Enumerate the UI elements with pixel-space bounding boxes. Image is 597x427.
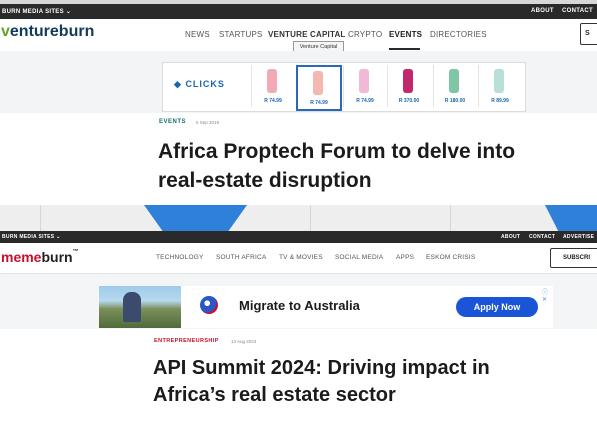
article-title[interactable]: Africa Proptech Forum to delve into real… [158, 137, 597, 195]
band-divider-line [40, 205, 41, 231]
product-image [449, 69, 459, 93]
clicks-mark-icon: ◆ [174, 79, 182, 89]
article-category[interactable]: ENTREPRENEURSHIP [154, 338, 219, 344]
apply-now-button[interactable]: Apply Now [456, 297, 538, 317]
nav-apps[interactable]: APPS [396, 254, 414, 261]
divider-band [0, 205, 597, 231]
ad-close-icon[interactable]: ⓘ ✕ [542, 287, 553, 303]
article-date: 13 Aug 2024 [231, 339, 257, 344]
ad-product-4[interactable]: R 370.00 [387, 65, 430, 107]
band-divider-line [450, 205, 451, 231]
ad-product-1[interactable]: R 74.99 [251, 65, 294, 107]
nav-social-media[interactable]: SOCIAL MEDIA [335, 254, 383, 261]
product-price: R 74.99 [264, 98, 282, 104]
memeburn-logo[interactable]: memeburn™ [1, 249, 79, 265]
media-sites-dropdown[interactable]: BURN MEDIA SITES ⌄ [2, 8, 71, 15]
nav-directories[interactable]: DIRECTORIES [430, 30, 487, 39]
ad-product-6[interactable]: R 89.99 [478, 65, 521, 107]
article-category[interactable]: EVENTS [159, 119, 186, 125]
nav-startups[interactable]: STARTUPS [219, 30, 263, 39]
product-image [403, 69, 413, 93]
nav-events[interactable]: EVENTS [389, 30, 422, 39]
clicks-ad-banner[interactable]: ◆ CLICKS R 74.99 R 74.99 R 74.99 R 370.0… [162, 62, 526, 112]
article-title-line: Africa’s real estate sector [153, 384, 396, 406]
about-link[interactable]: ABOUT [501, 234, 520, 240]
article-title-line: Africa Proptech Forum to delve into [158, 140, 516, 163]
ventureburn-topbar: BURN MEDIA SITES ⌄ ABOUT CONTACT [0, 4, 597, 19]
product-price: R 74.99 [356, 98, 374, 104]
product-price: R 180.00 [444, 98, 466, 104]
subscribe-button[interactable]: S [580, 23, 597, 45]
clicks-logo: ◆ CLICKS [174, 79, 225, 90]
nav-south-africa[interactable]: SOUTH AFRICA [216, 254, 266, 261]
advertise-link[interactable]: ADVERTISE [563, 234, 594, 240]
ad-product-3[interactable]: R 74.99 [343, 65, 386, 107]
product-image [267, 69, 277, 93]
logo-text: burn [41, 249, 73, 265]
logo-accent: meme [1, 249, 42, 265]
article-title-line: API Summit 2024: Driving impact in [153, 357, 490, 379]
migration-ad-banner[interactable]: Migrate to Australia Apply Now ⓘ ✕ [99, 286, 553, 328]
nav-crypto[interactable]: CRYPTO [348, 30, 382, 39]
article-date: 5 Sep 2019 [196, 120, 220, 125]
person-figure [123, 292, 141, 322]
ad-product-2[interactable]: R 74.99 [296, 65, 342, 111]
active-nav-underline [389, 48, 420, 50]
article-title-line: real-estate disruption [158, 169, 372, 192]
contact-link[interactable]: CONTACT [529, 234, 555, 240]
nav-venture-capital[interactable]: VENTURE CAPITAL [268, 30, 346, 39]
product-image [494, 69, 504, 93]
ad-photo [99, 286, 181, 328]
product-price: R 370.00 [398, 98, 420, 104]
australia-flag-icon [200, 296, 218, 314]
product-price: R 89.99 [491, 98, 509, 104]
product-image [359, 69, 369, 93]
logo-text: entureburn [9, 23, 95, 40]
logo-accent: v [1, 23, 10, 40]
nav-news[interactable]: NEWS [185, 30, 210, 39]
about-link[interactable]: ABOUT [531, 8, 554, 14]
product-image [313, 71, 323, 95]
ad-headline: Migrate to Australia [239, 298, 360, 313]
media-sites-dropdown[interactable]: BURN MEDIA SITES ⌄ [2, 234, 61, 240]
nav-eskom-crisis[interactable]: ESKOM CRISIS [426, 254, 475, 261]
product-price: R 74.99 [310, 100, 328, 106]
ventureburn-logo[interactable]: ventureburn [1, 23, 94, 41]
subscribe-button[interactable]: SUBSCRI [550, 248, 597, 268]
memeburn-topbar: BURN MEDIA SITES ⌄ ABOUT CONTACT ADVERTI… [0, 231, 597, 243]
article-title[interactable]: API Summit 2024: Driving impact in Afric… [153, 355, 597, 409]
logo-trademark: ™ [72, 249, 79, 255]
memeburn-header: memeburn™ TECHNOLOGY SOUTH AFRICA TV & M… [0, 243, 597, 274]
nav-technology[interactable]: TECHNOLOGY [156, 254, 204, 261]
clicks-brand: CLICKS [185, 79, 225, 89]
nav-tv-movies[interactable]: TV & MOVIES [279, 254, 323, 261]
ad-product-5[interactable]: R 180.00 [433, 65, 476, 107]
band-divider-line [310, 205, 311, 231]
contact-link[interactable]: CONTACT [562, 8, 593, 14]
